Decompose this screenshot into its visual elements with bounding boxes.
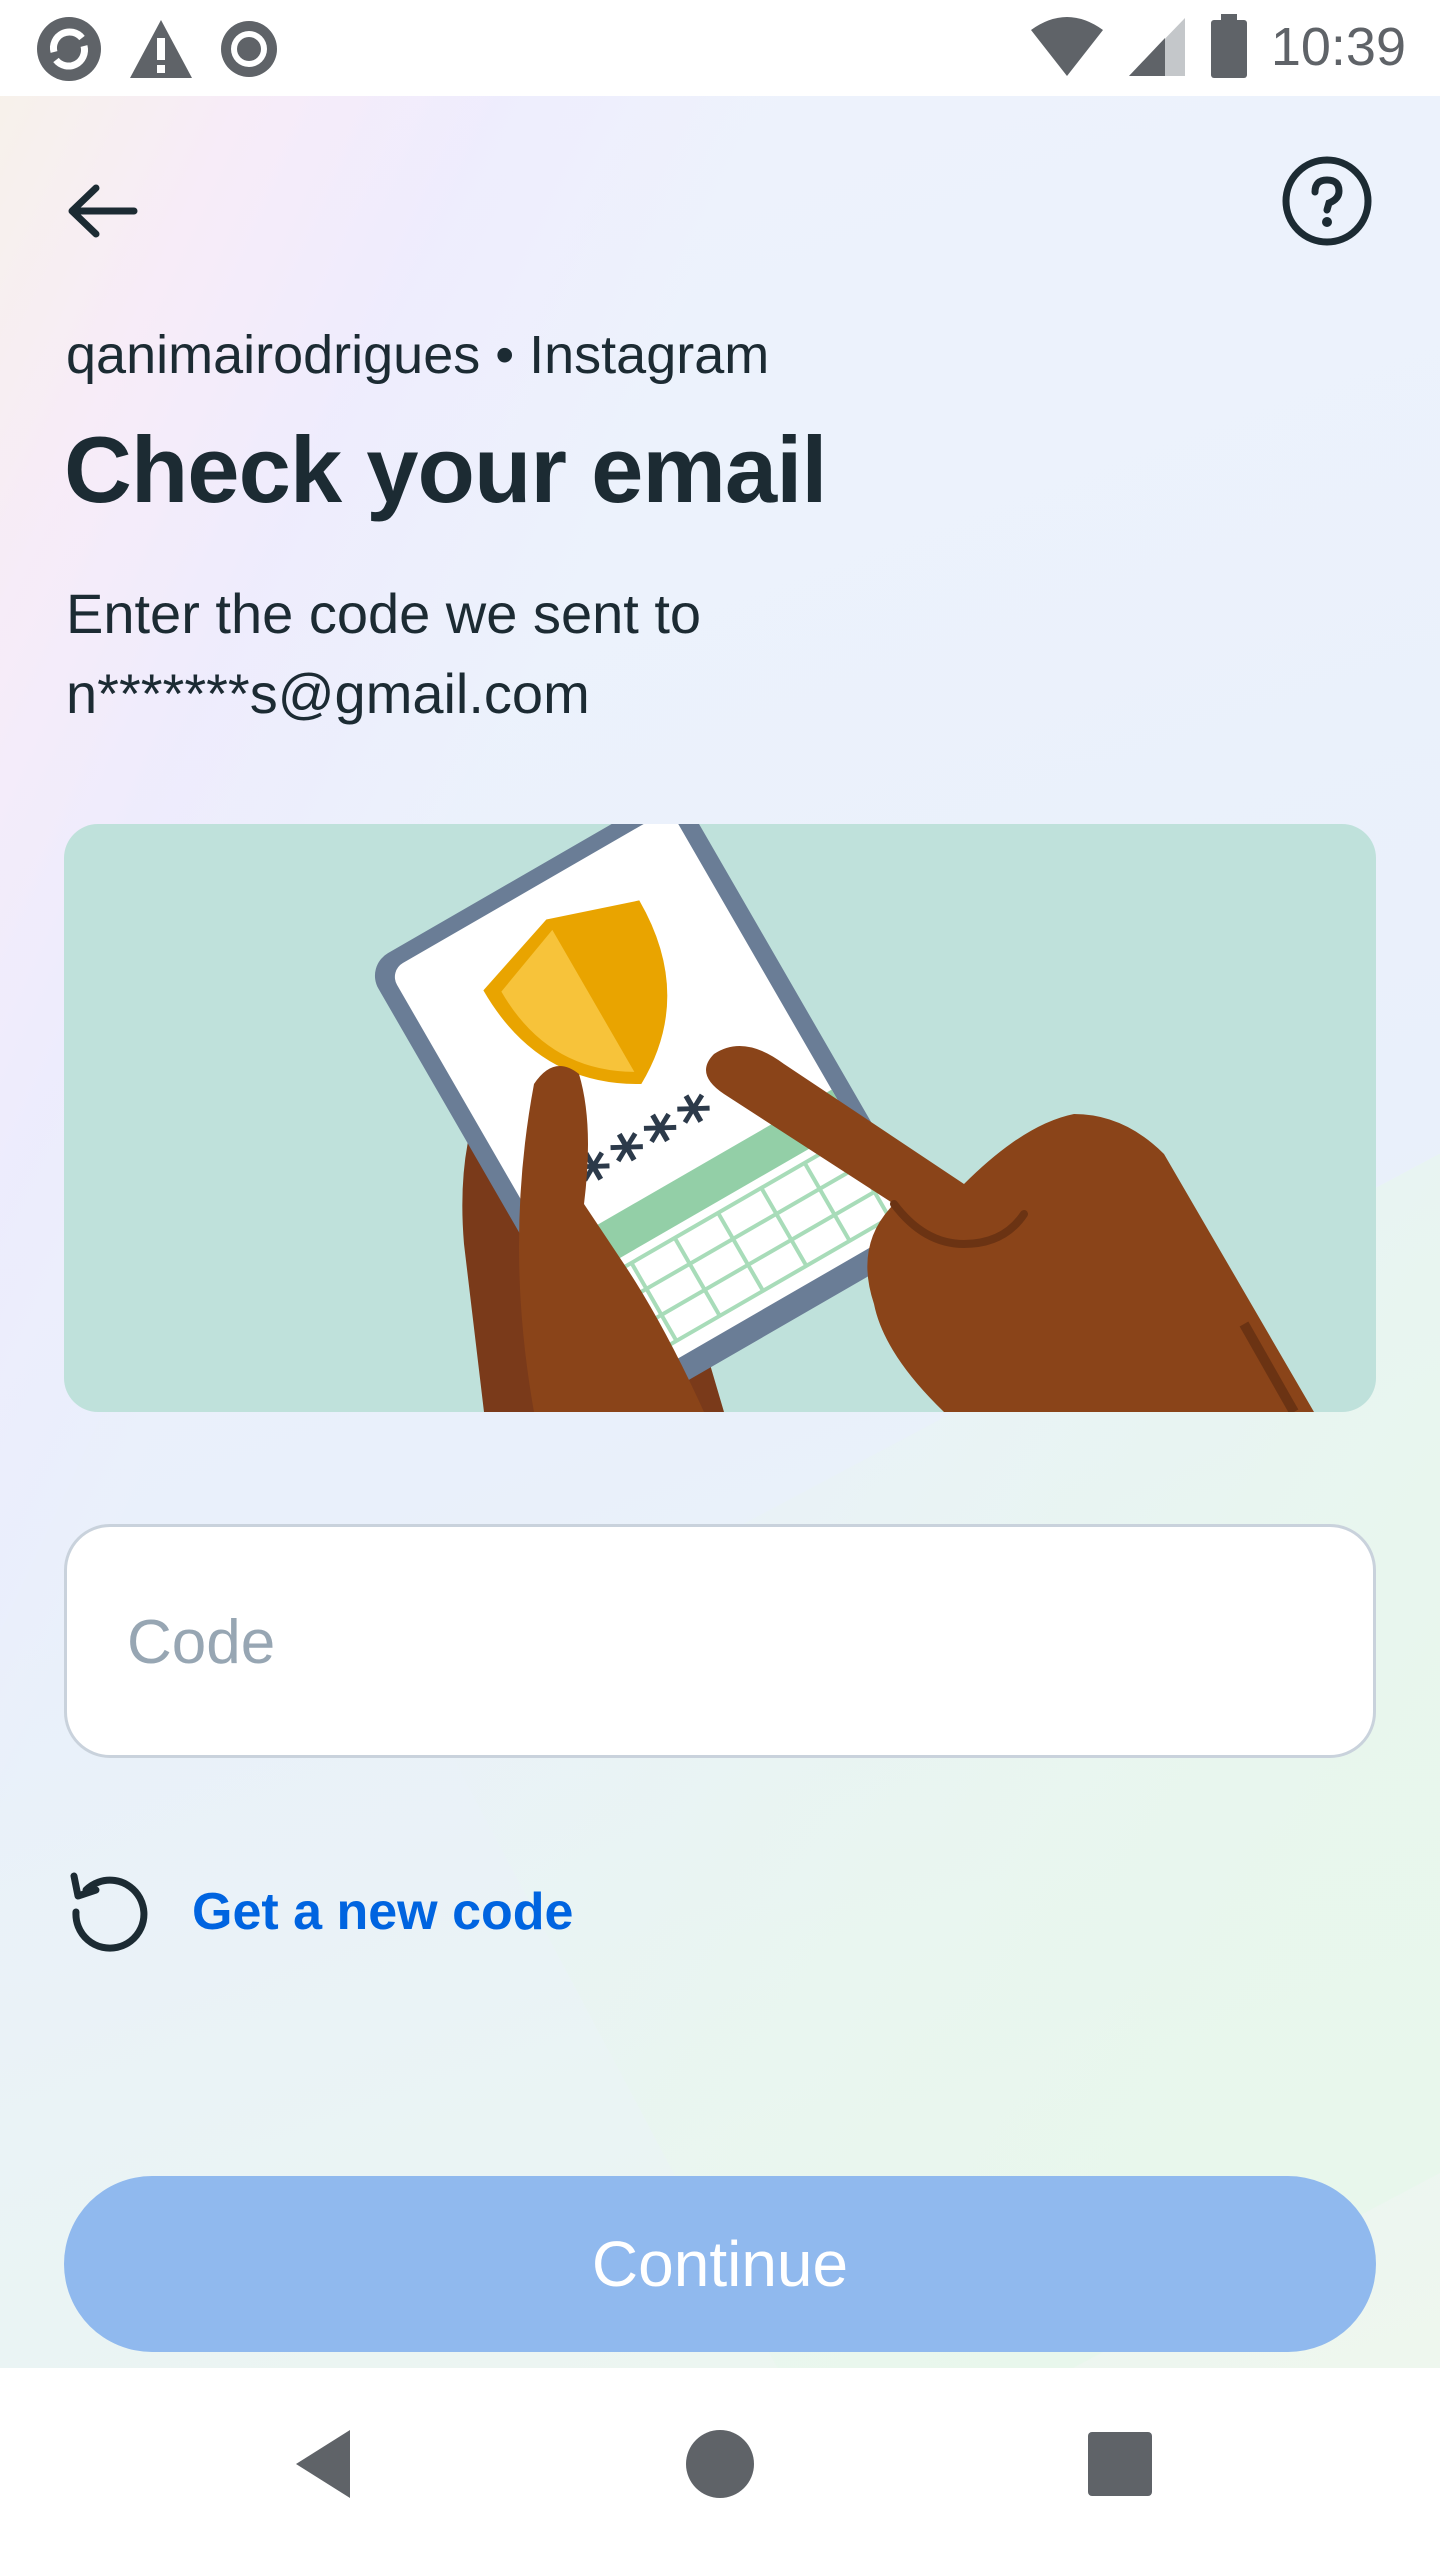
phone-verification-illustration: **** [374,824,1314,1412]
description-line-1: Enter the code we sent to [66,582,702,645]
recents-square-icon [1088,2432,1152,2496]
status-time: 10:39 [1270,17,1406,77]
nav-back-button[interactable] [276,2416,372,2512]
refresh-icon [70,1872,148,1952]
question-circle-icon [1282,156,1372,246]
status-right-icons: 10:39 [1029,14,1406,80]
code-field[interactable] [64,1524,1376,1758]
status-bar: 10:39 [0,0,1440,96]
continue-button[interactable]: Continue [64,2176,1376,2352]
back-triangle-icon [296,2430,350,2498]
record-icon [221,21,277,77]
wifi-icon [1030,17,1103,76]
nav-recents-button[interactable] [1072,2416,1168,2512]
system-nav-bar [0,2368,1440,2560]
description: Enter the code we sent to n*******s@gmai… [66,574,1266,734]
content-area: qanimairodrigues • Instagram Check your … [0,96,1440,2368]
home-circle-icon [686,2430,754,2498]
battery-icon [1210,14,1247,78]
get-new-code-label: Get a new code [192,1883,574,1941]
signal-icon [1128,18,1185,76]
get-new-code-link[interactable]: Get a new code [64,1866,573,1958]
masked-email: n*******s@gmail.com [66,662,590,725]
page-title: Check your email [64,417,827,522]
sync-icon [37,17,101,81]
warning-icon [130,20,192,78]
help-button[interactable] [1280,154,1374,248]
status-left-icons [34,14,280,84]
back-button[interactable] [58,166,148,256]
code-input[interactable] [125,1527,1309,1757]
arrow-left-icon [68,184,138,238]
account-line: qanimairodrigues • Instagram [66,325,770,385]
nav-home-button[interactable] [672,2416,768,2512]
illustration-card: **** [64,824,1376,1412]
